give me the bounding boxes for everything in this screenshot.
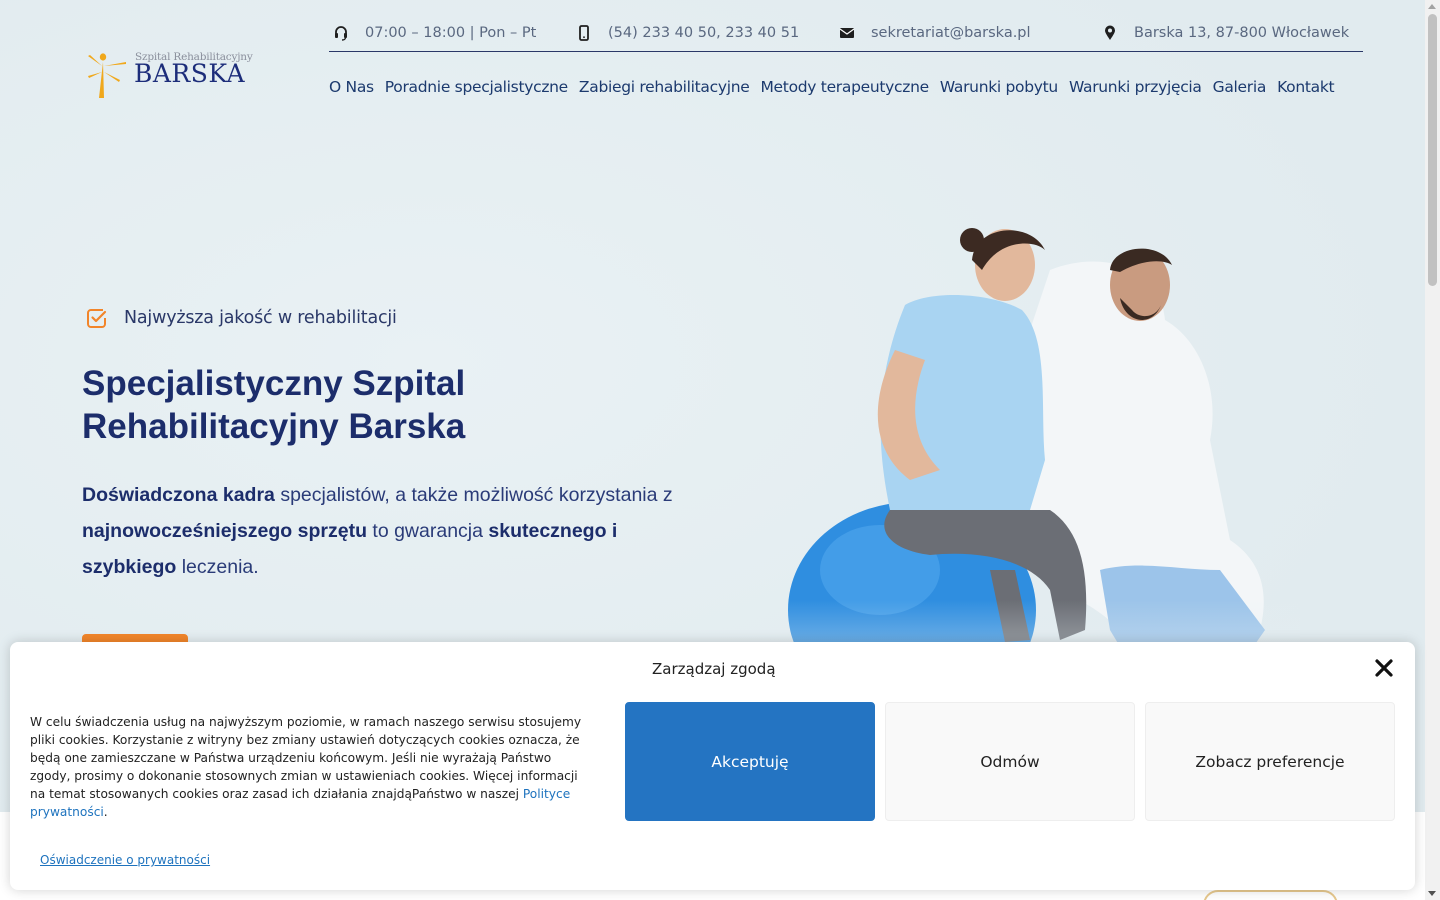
- nav-item-warunki-pobytu[interactable]: Warunki pobytu: [940, 78, 1058, 96]
- nav-item-poradnie[interactable]: Poradnie specjalistyczne: [385, 78, 568, 96]
- envelope-icon: [837, 23, 857, 43]
- logo-name: BARSKA: [134, 59, 246, 88]
- view-preferences-button[interactable]: Zobacz preferencje: [1145, 702, 1395, 821]
- cookie-title: Zarządzaj zgodą: [652, 660, 776, 678]
- nav-item-warunki-przyjecia[interactable]: Warunki przyjęcia: [1069, 78, 1202, 96]
- hero-tagline-text: Najwyższa jakość w rehabilitacji: [124, 308, 397, 328]
- email-text[interactable]: sekretariat@barska.pl: [871, 25, 1031, 41]
- privacy-statement-link[interactable]: Oświadczenie o prywatności: [40, 853, 210, 867]
- scrollbar-thumb[interactable]: [1428, 14, 1437, 286]
- phone-icon: [574, 23, 594, 43]
- scroll-up-arrow-icon[interactable]: [1428, 4, 1436, 9]
- phone-text[interactable]: (54) 233 40 50, 233 40 51: [608, 25, 799, 41]
- vertical-scrollbar[interactable]: [1425, 0, 1440, 900]
- main-nav: O Nas Poradnie specjalistyczne Zabiegi r…: [329, 78, 1335, 96]
- cookie-consent-banner: Zarządzaj zgodą W celu świadczenia usług…: [10, 642, 1415, 890]
- close-icon[interactable]: [1372, 656, 1396, 680]
- hero-text-bold-1: Doświadczona kadra: [82, 484, 275, 506]
- top-info-bar: 07:00 – 18:00 | Pon – Pt (54) 233 40 50,…: [329, 22, 1363, 52]
- hero-title: Specjalistyczny Szpital Rehabilitacyjny …: [82, 362, 682, 448]
- cookie-body-text: W celu świadczenia usług na najwyższym p…: [30, 715, 582, 801]
- hero-text-bold-2: najnowocześniejszego sprzętu: [82, 520, 367, 542]
- hero-text-3: leczenia.: [176, 556, 259, 578]
- address-info: Barska 13, 87-800 Włocławek: [1100, 22, 1349, 44]
- hero-description: Doświadczona kadra specjalistów, a także…: [82, 477, 682, 585]
- nav-item-galeria[interactable]: Galeria: [1213, 78, 1267, 96]
- headset-icon: [331, 23, 351, 43]
- accept-cookies-button[interactable]: Akceptuję: [625, 702, 875, 821]
- nav-item-kontakt[interactable]: Kontakt: [1277, 78, 1335, 96]
- hero-title-line1: Specjalistyczny Szpital: [82, 364, 466, 403]
- site-logo[interactable]: Szpital Rehabilitacyjny BARSKA: [86, 48, 256, 102]
- nav-item-metody[interactable]: Metody terapeutyczne: [760, 78, 929, 96]
- sun-figure-icon: [88, 53, 126, 98]
- checkbox-check-icon: [87, 309, 107, 328]
- scroll-down-arrow-icon[interactable]: [1428, 891, 1436, 896]
- section-pill-button[interactable]: [1203, 890, 1338, 900]
- cookie-message: W celu świadczenia usług na najwyższym p…: [30, 713, 590, 821]
- phone-info[interactable]: (54) 233 40 50, 233 40 51: [574, 22, 799, 44]
- nav-item-o-nas[interactable]: O Nas: [329, 78, 374, 96]
- hero-title-line2: Rehabilitacyjny Barska: [82, 407, 466, 446]
- cookie-body-end: .: [103, 805, 108, 819]
- hero-text-2: to gwarancja: [366, 520, 489, 542]
- opening-hours-text: 07:00 – 18:00 | Pon – Pt: [365, 25, 537, 41]
- hero-tagline: Najwyższa jakość w rehabilitacji: [86, 307, 397, 329]
- address-text: Barska 13, 87-800 Włocławek: [1134, 25, 1350, 41]
- hero-text-1: specjalistów, a także możliwość korzysta…: [274, 484, 673, 506]
- opening-hours: 07:00 – 18:00 | Pon – Pt: [331, 22, 536, 44]
- map-pin-icon: [1100, 23, 1120, 43]
- deny-cookies-button[interactable]: Odmów: [885, 702, 1135, 821]
- email-info[interactable]: sekretariat@barska.pl: [837, 22, 1031, 44]
- nav-item-zabiegi[interactable]: Zabiegi rehabilitacyjne: [579, 78, 750, 96]
